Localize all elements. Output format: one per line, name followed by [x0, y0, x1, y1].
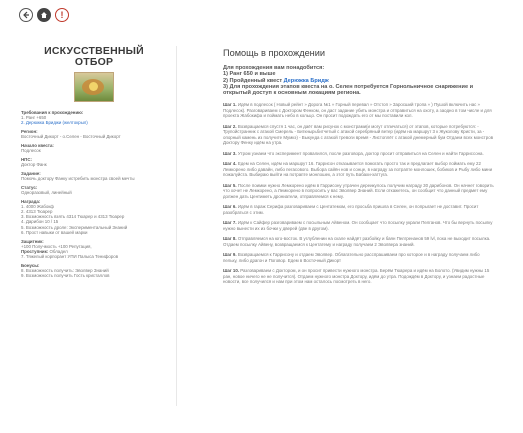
- prerequisite-quest-link[interactable]: Дерюжка Бридж: [284, 78, 329, 84]
- walkthrough-step: Шаг 1. Идём в подлесок ( Новый рейнт » Д…: [223, 102, 492, 119]
- column-divider: [176, 46, 177, 406]
- alert-icon: !: [60, 9, 64, 20]
- region-section: Регион: Восточный Дикорт - о.Селен - Вос…: [21, 129, 167, 139]
- region-value: Восточный Дикорт - о.Селен - Восточный Д…: [21, 134, 121, 140]
- status-section: Статус: Одноразовый, линейный: [21, 185, 167, 195]
- walkthrough-step: Шаг 6. Идём в гараж Серифа разговариваем…: [223, 204, 479, 215]
- bonus-section: Бонусы: 8. Возможность получить: Эволвер…: [21, 263, 167, 279]
- walkthrough-requirements: Для прохождения вам понадобится: 1) Ранг…: [223, 65, 495, 96]
- bonus-item: 9. Возможность получить Гость кристаллов: [21, 273, 110, 279]
- protector-section: Защитник: +100 Получмость +100 Репутация…: [21, 239, 167, 260]
- walkthrough-title: Помощь в прохождении: [223, 48, 326, 58]
- quest-title-line2: ОТБОР: [74, 56, 114, 68]
- top-navigation: !: [19, 8, 69, 24]
- walkthrough-step: Шаг 9. Возвращаемся к Гаррисону и отдаем…: [223, 252, 480, 263]
- quest-info-panel: ИСКУССТВЕННЫЙ ОТБОР Требования к прохожд…: [21, 46, 167, 282]
- requirements-section: Требования к прохождению: 1. Ранг +650 2…: [21, 110, 167, 126]
- walkthrough-step: Шаг 2. Возвращаемся спустя 1 час, он даё…: [223, 123, 494, 146]
- home-button[interactable]: [37, 8, 51, 22]
- walkthrough-step: Шаг 4. Едем на Селен, идём на маршрут 16…: [223, 161, 493, 178]
- start-section: Начало квеста: Подлесок: [21, 143, 167, 153]
- npc-section: НПС: Доктор Фанк: [21, 157, 167, 167]
- walkthrough-step: Шаг 7. Идём к Сайфер разговариваем с пос…: [223, 220, 493, 231]
- task-value: Помочь доктору Фанку истребить монстра с…: [21, 176, 135, 182]
- arrow-left-icon: [23, 11, 29, 19]
- walkthrough-step: Шаг 8. Отправляемся на юго-восток. В угл…: [223, 236, 491, 247]
- reward-item: 6. Прост навыки от вашей марки: [21, 229, 88, 235]
- walkthrough-step: Шаг 10. Разговариваем с Доктором, и он п…: [223, 268, 490, 284]
- quest-image: [74, 72, 114, 102]
- walkthrough-req-item: 2) Пройденный квест: [223, 77, 284, 84]
- task-section: Задание: Помочь доктору Фанку истребить …: [21, 171, 167, 181]
- alert-button[interactable]: !: [55, 8, 69, 22]
- status-value: Одноразовый, линейный: [21, 189, 72, 195]
- reward-section: Награда: 1. 4000 Жабокф 2. 4313 Тюарер 3…: [21, 199, 167, 235]
- start-value: Подлесок: [21, 148, 41, 154]
- walkthrough-panel: Помощь в прохождении Для прохождения вам…: [223, 48, 495, 290]
- walkthrough-req-item: 3) Для прохождения этапов квеста на о. С…: [223, 83, 474, 97]
- back-button[interactable]: [19, 8, 33, 22]
- quest-title: ИСКУССТВЕННЫЙ ОТБОР: [21, 46, 167, 68]
- walkthrough-step: Шаг 3. Утром узнаем что эксперимент пров…: [223, 150, 484, 156]
- walkthrough-step: Шаг 5. После поимки нужно Лемкорено идём…: [223, 182, 494, 199]
- home-icon: [41, 12, 47, 18]
- requirement-link[interactable]: 2. Дерюжка Бриджи (желтокрыл): [21, 120, 167, 125]
- npc-value: Доктор Фанк: [21, 162, 47, 168]
- reward-item: 7. Тяжелый корпорант УПИ Палыса Тенифоро…: [21, 254, 119, 260]
